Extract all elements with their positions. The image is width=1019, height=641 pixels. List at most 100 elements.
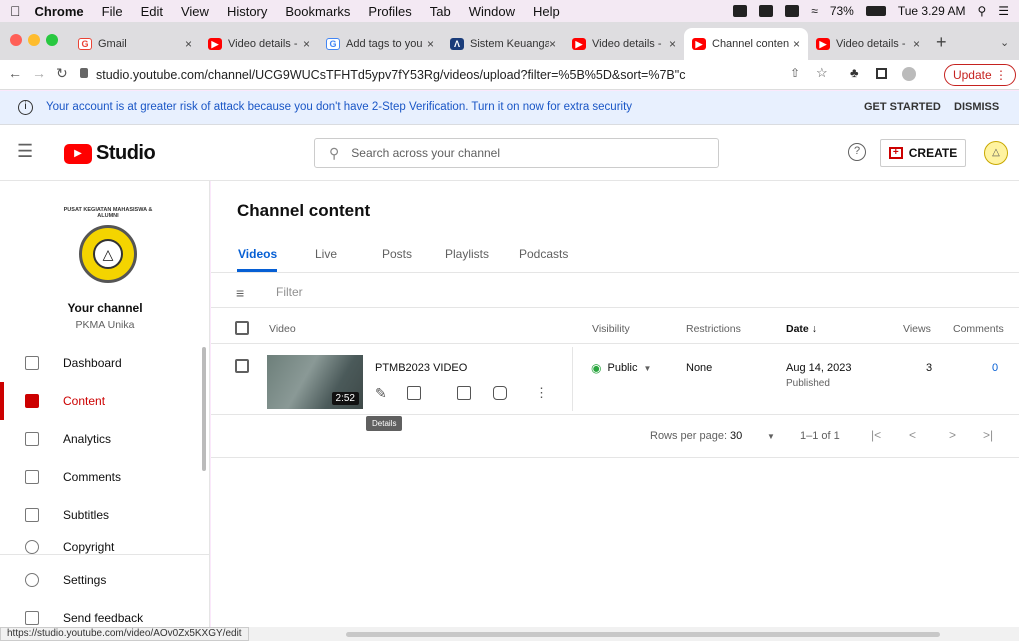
comments-value[interactable]: 0	[992, 362, 998, 374]
sidebar-item-copyright[interactable]: Copyright	[0, 534, 209, 554]
lock-icon[interactable]	[80, 68, 88, 78]
analytics-icon[interactable]	[407, 386, 421, 400]
account-avatar[interactable]: △	[984, 141, 1008, 165]
sidebar-item-content[interactable]: Content	[0, 382, 209, 420]
create-button[interactable]: + CREATE	[880, 139, 966, 167]
filter-icon[interactable]: ≡	[236, 285, 244, 301]
close-tab-icon[interactable]: ×	[793, 37, 800, 51]
menu-window[interactable]: Window	[469, 4, 515, 19]
page-title: Channel content	[237, 201, 371, 220]
side-panel-icon[interactable]	[876, 68, 887, 79]
browser-tab-video-details[interactable]: ▶ Video details - ×	[200, 28, 318, 60]
tab-label: Sistem Keuanga	[470, 38, 549, 50]
select-all-checkbox[interactable]	[235, 321, 249, 335]
update-button[interactable]: Update ⋮	[944, 64, 1016, 86]
video-title[interactable]: PTMB2023 VIDEO	[375, 362, 467, 374]
sidebar-item-settings[interactable]: Settings	[0, 561, 209, 599]
video-thumbnail[interactable]: 2:52	[267, 355, 363, 409]
previous-page-icon[interactable]: <	[909, 428, 916, 442]
reload-icon[interactable]: ↻	[56, 65, 68, 82]
hamburger-menu-icon[interactable]: ☰	[17, 142, 33, 160]
address-bar[interactable]: studio.youtube.com/channel/UCG9WUCsTFHTd…	[96, 64, 686, 86]
menu-file[interactable]: File	[102, 4, 123, 19]
sidebar-item-analytics[interactable]: Analytics	[0, 420, 209, 458]
first-page-icon[interactable]: |<	[871, 428, 881, 442]
menu-edit[interactable]: Edit	[141, 4, 163, 19]
extensions-icon[interactable]: ♣	[850, 65, 859, 80]
tab-podcasts[interactable]: Podcasts	[519, 247, 568, 261]
apple-icon[interactable]: 	[10, 3, 21, 19]
share-icon[interactable]: ⇧	[790, 66, 800, 80]
channel-logo-text: PUSAT KEGIATAN MAHASISWA & ALUMNI	[63, 207, 153, 219]
dismiss-button[interactable]: DISMISS	[954, 101, 999, 113]
help-icon[interactable]: ?	[848, 143, 866, 161]
sidebar-item-subtitles[interactable]: Subtitles	[0, 496, 209, 534]
battery-icon[interactable]	[865, 6, 886, 16]
visibility-dropdown[interactable]: ◉ Public ▼	[591, 361, 651, 375]
close-tab-icon[interactable]: ×	[303, 37, 310, 51]
browser-tab-gmail[interactable]: G Gmail ×	[70, 28, 200, 60]
channel-avatar[interactable]: △	[79, 225, 137, 283]
column-date[interactable]: Date ↓	[786, 323, 817, 335]
search-input[interactable]: ⚲ Search across your channel	[314, 138, 719, 168]
sidebar-item-comments[interactable]: Comments	[0, 458, 209, 496]
chevron-down-icon[interactable]: ▼	[767, 432, 775, 441]
control-center-icon[interactable]: ☰	[998, 4, 1009, 18]
tab-videos[interactable]: Videos	[238, 247, 277, 261]
close-window-icon[interactable]	[10, 34, 22, 46]
browser-tab-video-details[interactable]: ▶ Video details - ×	[564, 28, 684, 60]
close-tab-icon[interactable]: ×	[669, 37, 676, 51]
menu-help[interactable]: Help	[533, 4, 560, 19]
rows-per-page-select[interactable]: 30	[730, 430, 742, 442]
new-tab-icon[interactable]: +	[936, 32, 947, 53]
browser-tab-channel-content[interactable]: ▶ Channel conten ×	[684, 28, 808, 60]
wifi-icon[interactable]: ≈	[811, 4, 818, 18]
tab-live[interactable]: Live	[315, 247, 337, 261]
restrictions-value: None	[686, 362, 713, 374]
last-page-icon[interactable]: >|	[983, 428, 993, 442]
row-checkbox[interactable]	[235, 359, 249, 373]
browser-tab-video-details[interactable]: ▶ Video details - ×	[808, 28, 928, 60]
profile-avatar-icon[interactable]	[902, 67, 916, 81]
security-banner: i Your account is at greater risk of att…	[0, 91, 1019, 125]
browser-tab-sistem[interactable]: Λ Sistem Keuanga ×	[442, 28, 564, 60]
menu-view[interactable]: View	[181, 4, 209, 19]
studio-logo[interactable]: ▶ Studio	[64, 142, 156, 165]
clock[interactable]: Tue 3.29 AM	[898, 4, 966, 18]
close-tab-icon[interactable]: ×	[185, 37, 192, 51]
forward-icon[interactable]: →	[32, 65, 46, 81]
menu-bookmarks[interactable]: Bookmarks	[285, 4, 350, 19]
status-app-icon[interactable]	[733, 5, 748, 17]
zoom-window-icon[interactable]	[46, 34, 58, 46]
edit-details-pencil-icon[interactable]: ✎	[375, 385, 387, 402]
menu-profiles[interactable]: Profiles	[368, 4, 411, 19]
bookmark-star-icon[interactable]: ☆	[816, 65, 828, 81]
spotlight-icon[interactable]: ⚲	[977, 4, 986, 18]
menu-history[interactable]: History	[227, 4, 267, 19]
sidebar-scrollbar[interactable]	[202, 347, 206, 471]
browser-tab-add-tags[interactable]: G Add tags to you ×	[318, 28, 442, 60]
menu-app-name[interactable]: Chrome	[35, 4, 84, 19]
menu-tab[interactable]: Tab	[430, 4, 451, 19]
status-app-icon[interactable]	[759, 5, 774, 17]
link-preview-url: https://studio.youtube.com/video/AOv0Zx5…	[0, 627, 249, 641]
youtube-play-icon[interactable]	[493, 386, 507, 400]
more-options-icon[interactable]: ⋮	[535, 385, 548, 401]
sidebar-item-send-feedback[interactable]: Send feedback	[0, 599, 209, 627]
sidebar-item-dashboard[interactable]: Dashboard	[0, 344, 209, 382]
get-started-button[interactable]: GET STARTED	[864, 101, 941, 113]
minimize-window-icon[interactable]	[28, 34, 40, 46]
next-page-icon[interactable]: >	[949, 428, 956, 442]
video-duration: 2:52	[331, 392, 359, 405]
tab-posts[interactable]: Posts	[382, 247, 412, 261]
horizontal-scrollbar[interactable]	[346, 632, 940, 637]
filter-input[interactable]: Filter	[276, 285, 303, 299]
back-icon[interactable]: ←	[8, 65, 22, 81]
tab-playlists[interactable]: Playlists	[445, 247, 489, 261]
close-tab-icon[interactable]: ×	[549, 37, 556, 51]
tab-search-chevron-icon[interactable]: ⌄	[1000, 36, 1009, 49]
close-tab-icon[interactable]: ×	[427, 37, 434, 51]
close-tab-icon[interactable]: ×	[913, 37, 920, 51]
comments-icon[interactable]	[457, 386, 471, 400]
status-app-icon[interactable]	[785, 5, 800, 17]
